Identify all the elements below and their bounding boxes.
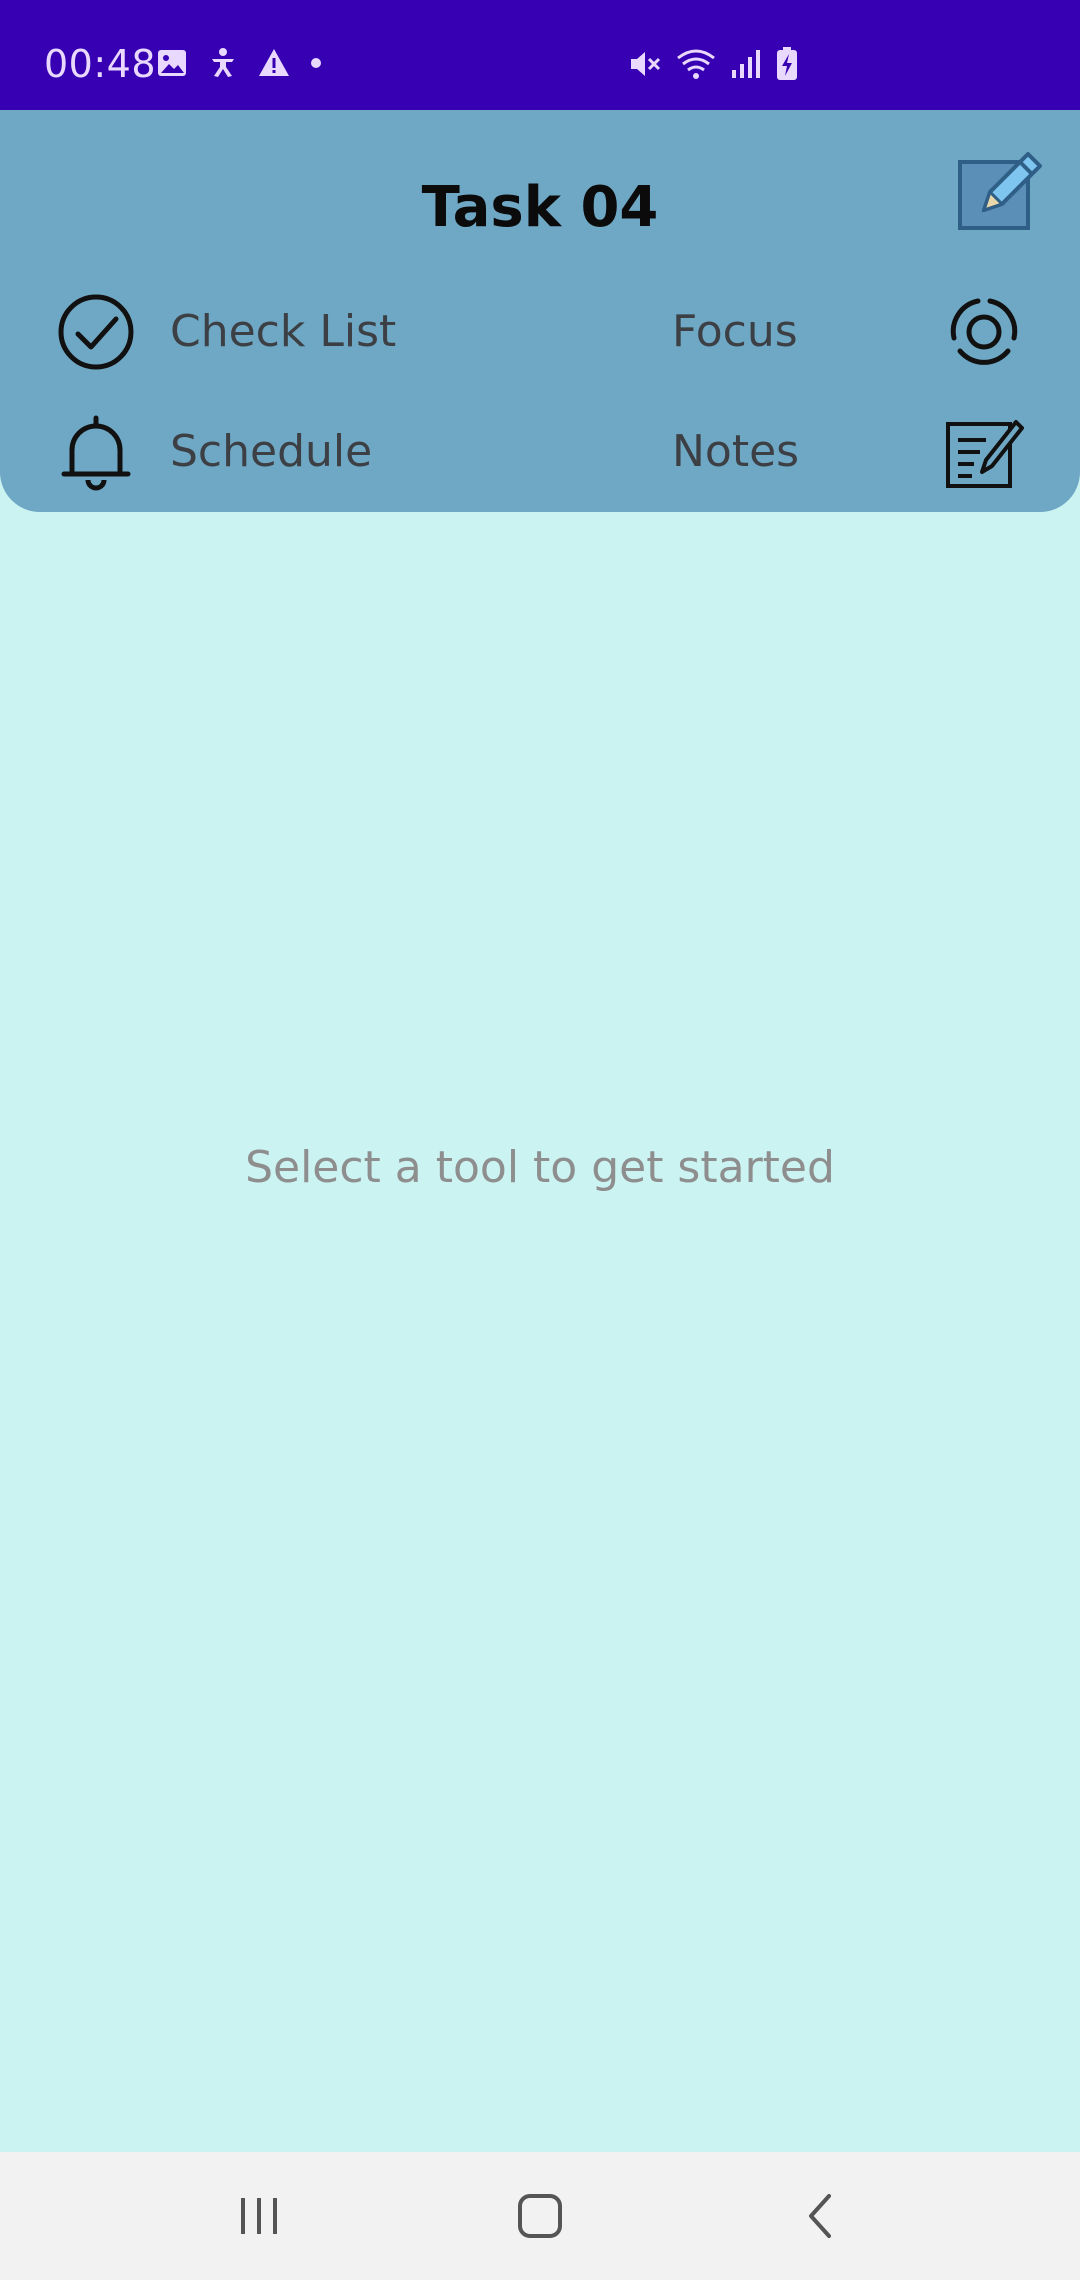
schedule-label: Schedule [170,426,373,477]
check-list-label: Check List [170,306,397,357]
battery-charging-icon [776,47,798,81]
back-icon [809,2194,831,2238]
image-icon [156,47,188,79]
accessibility-icon [208,47,238,79]
home-icon [518,2194,562,2238]
tools-row-2: Schedule Notes [0,402,1080,502]
status-system-icons [628,47,798,81]
empty-state-message: Select a tool to get started [245,1142,835,1193]
status-time: 00:48 [44,42,157,86]
notes-button[interactable]: Notes [640,402,1040,502]
focus-button[interactable]: Focus [640,282,1040,382]
wifi-icon [676,48,716,80]
bell-icon [61,415,131,491]
note-edit-icon [946,420,1024,488]
check-list-button[interactable]: Check List [52,282,452,382]
dot-icon [310,57,322,69]
recents-button[interactable] [219,2176,299,2256]
recents-icon [241,2198,277,2234]
task-title: Task 04 [421,175,659,240]
focus-label: Focus [672,306,798,357]
home-button[interactable] [500,2176,580,2256]
notes-label: Notes [672,426,800,477]
back-button[interactable] [781,2176,861,2256]
check-circle-icon [58,294,134,370]
warning-icon [258,48,290,78]
signal-icon [730,48,762,80]
focus-target-icon [950,298,1018,365]
task-header: Task 04 Check List Focus Schedule Notes [0,110,1080,512]
mute-icon [628,48,662,80]
status-bar: 00:48 [0,0,1080,110]
schedule-button[interactable]: Schedule [52,402,452,502]
tools-row-1: Check List Focus [0,282,1080,382]
edit-task-button[interactable] [954,148,1044,234]
system-nav-bar [0,2152,1080,2280]
status-notification-icons [156,47,322,79]
pencil-square-icon [958,152,1042,230]
